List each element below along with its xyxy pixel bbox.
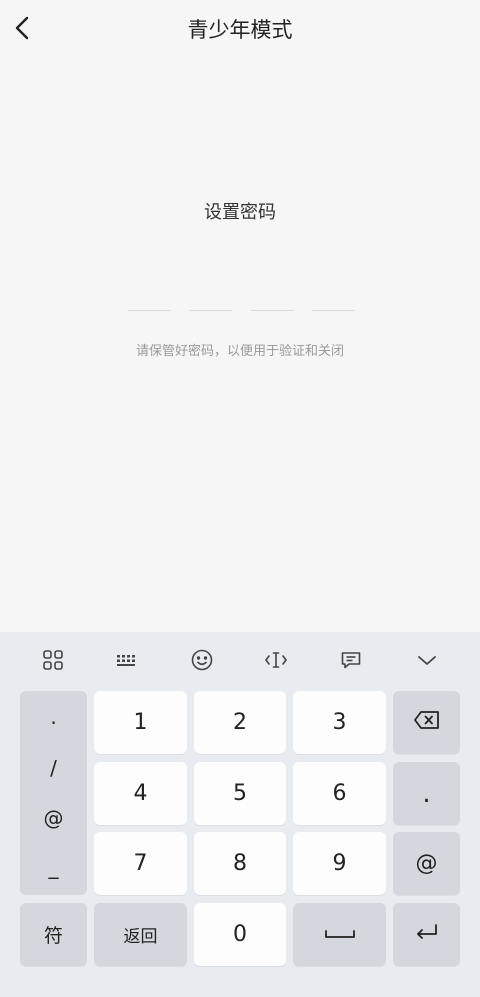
key-1[interactable]: 1	[94, 691, 187, 754]
symbol-key-at[interactable]: @	[20, 806, 87, 830]
key-6[interactable]: 6	[293, 762, 386, 825]
numeric-keyboard: . / @ _ 1 2 3 4 5 6 7 8 9 . @ 符 返回 0	[0, 632, 480, 997]
page-title: 青少年模式	[187, 18, 293, 42]
at-key[interactable]: @	[393, 832, 460, 895]
set-password-heading: 设置密码	[204, 202, 276, 223]
key-8[interactable]: 8	[194, 832, 286, 895]
enter-key[interactable]	[393, 903, 460, 966]
dot-key[interactable]: .	[393, 762, 460, 825]
keyboard-icon[interactable]	[112, 646, 142, 674]
top-bar: 青少年模式	[0, 0, 480, 56]
return-key[interactable]: 返回	[94, 903, 187, 966]
clipboard-icon[interactable]	[336, 646, 366, 674]
space-icon	[324, 922, 356, 947]
backspace-icon	[413, 710, 441, 736]
collapse-keyboard-icon[interactable]	[412, 646, 442, 674]
pin-slot-4	[312, 310, 355, 311]
key-0[interactable]: 0	[194, 903, 286, 966]
symbol-key-slash[interactable]: /	[20, 756, 87, 780]
pin-slot-1	[128, 310, 171, 311]
symbols-key[interactable]: 符	[20, 903, 87, 966]
emoji-icon[interactable]	[187, 646, 217, 674]
key-5[interactable]: 5	[194, 762, 286, 825]
pin-slot-2	[189, 310, 232, 311]
pin-input[interactable]	[128, 310, 356, 312]
key-2[interactable]: 2	[194, 691, 286, 754]
symbol-key-underscore[interactable]: _	[20, 855, 87, 879]
backspace-key[interactable]	[393, 691, 460, 754]
symbol-key-dot[interactable]: .	[20, 705, 87, 729]
key-3[interactable]: 3	[293, 691, 386, 754]
apps-grid-icon[interactable]	[38, 646, 68, 674]
key-7[interactable]: 7	[94, 832, 187, 895]
enter-icon	[414, 922, 440, 948]
cursor-move-icon[interactable]	[261, 646, 291, 674]
space-key[interactable]	[293, 903, 386, 966]
symbol-column: . / @ _	[20, 691, 87, 895]
key-9[interactable]: 9	[293, 832, 386, 895]
pin-slot-3	[251, 310, 294, 311]
keyboard-toolbar	[0, 632, 480, 688]
password-hint: 请保管好密码，以便用于验证和关闭	[135, 344, 344, 359]
key-4[interactable]: 4	[94, 762, 187, 825]
